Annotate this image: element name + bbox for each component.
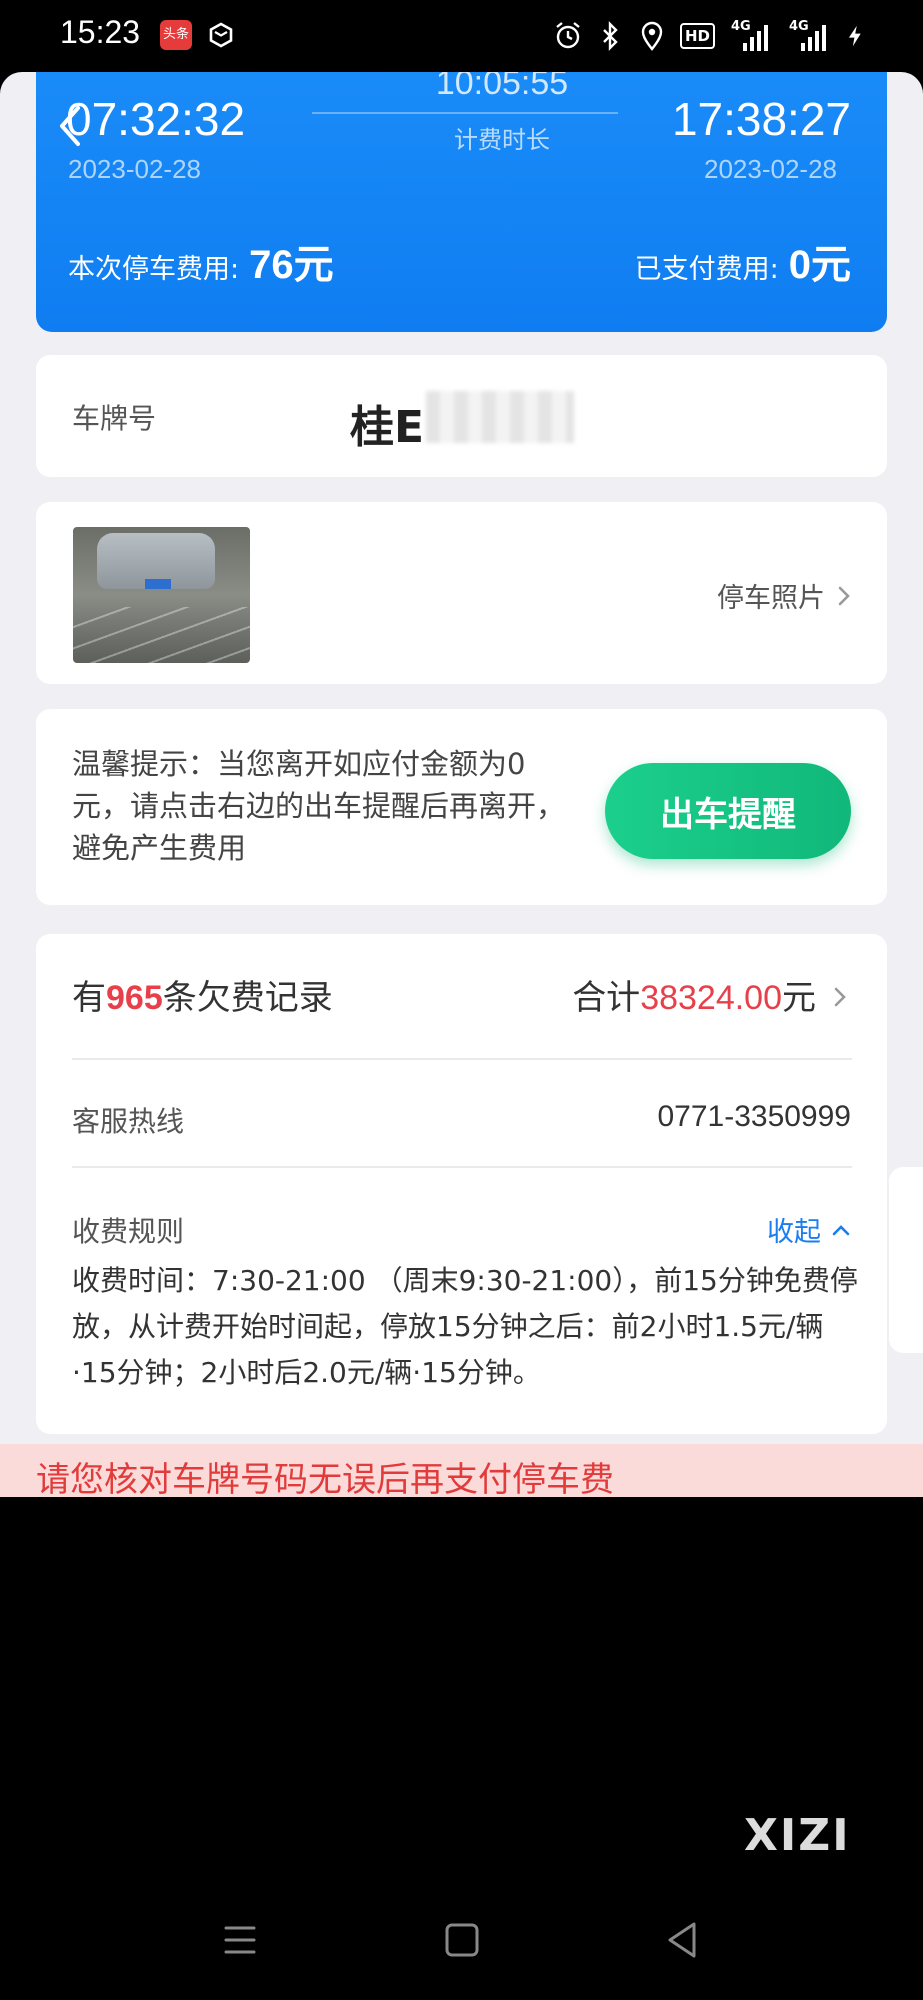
chevron-right-icon: [838, 586, 850, 605]
exit-reminder-button[interactable]: 出车提醒: [605, 763, 851, 859]
signal-4g-icon: 4G: [729, 19, 773, 51]
cube-icon: [209, 22, 233, 48]
chevron-right-icon: [834, 987, 846, 1007]
parking-photo-thumbnail[interactable]: [73, 527, 250, 663]
plate-card: 车牌号 桂E: [36, 355, 887, 477]
side-floating-tab[interactable]: [889, 1167, 923, 1353]
divider: [72, 1166, 852, 1168]
charging-icon: [848, 25, 861, 47]
parking-fee: 本次停车费用: 76元: [68, 232, 334, 290]
divider: [72, 1058, 852, 1060]
bluetooth-icon: [603, 21, 618, 51]
parking-photo-label: 停车照片: [717, 583, 825, 614]
plate-blur-mask: [426, 391, 574, 443]
paid-fee: 已支付费用: 0元: [635, 232, 851, 290]
toutiao-app-icon: 头条: [160, 20, 192, 50]
fee-rules-label: 收费规则: [72, 1215, 185, 1248]
start-time: 07:32:32: [66, 93, 246, 145]
location-icon: [641, 21, 663, 51]
arrears-records-row[interactable]: 有965条欠费记录 合计 38324.00 元: [72, 970, 852, 1019]
app-screen: 07:32:32 2023-02-28 10:05:55 计费时长 17:38:…: [0, 72, 923, 1497]
verify-plate-warning-text: 请您核对车牌号码无误后再支付停车费: [36, 1460, 614, 1497]
duration-divider: [312, 112, 618, 114]
paid-fee-value: 0元: [788, 243, 851, 287]
billing-duration: 10:05:55: [435, 72, 569, 102]
parking-fee-value: 76元: [249, 243, 334, 287]
alarm-icon: [556, 22, 580, 49]
parking-fee-label: 本次停车费用:: [68, 254, 240, 285]
hd-icon: HD: [679, 23, 715, 49]
reminder-tip-text: 温馨提示：当您离开如应付金额为0元，请点击右边的出车提醒后再离开，避免产生费用: [72, 747, 566, 865]
parking-summary-header: 07:32:32 2023-02-28 10:05:55 计费时长 17:38:…: [36, 72, 887, 332]
arrears-count: 965: [106, 979, 163, 1017]
fee-rules-text: 收费时间：7:30-21:00 （周末9:30-21:00），前15分钟免费停放…: [72, 1264, 858, 1389]
parking-photo-link[interactable]: 停车照片: [717, 576, 851, 615]
plate-label: 车牌号: [72, 402, 157, 435]
xizi-watermark: XIZI: [744, 1810, 851, 1861]
system-nav-bar: [0, 1880, 923, 2000]
end-date: 2023-02-28: [704, 154, 837, 184]
back-triangle-icon[interactable]: [652, 1910, 712, 1970]
arrears-total-amount: 38324.00: [640, 979, 782, 1017]
home-icon[interactable]: [432, 1910, 492, 1970]
signal-4g-icon: 4G: [787, 19, 831, 51]
hotline-label: 客服热线: [72, 1105, 185, 1138]
reminder-tip-card: 温馨提示：当您离开如应付金额为0元，请点击右边的出车提醒后再离开，避免产生费用 …: [36, 709, 887, 905]
verify-plate-warning: 请您核对车牌号码无误后再支付停车费: [0, 1444, 923, 1497]
paid-fee-label: 已支付费用:: [634, 254, 779, 285]
plate-number: 桂E: [350, 402, 425, 453]
status-time: 15:23: [60, 14, 141, 50]
collapse-rules-toggle[interactable]: 收起: [767, 1210, 851, 1249]
end-time: 17:38:27: [671, 93, 851, 145]
chevron-up-icon: [832, 1224, 850, 1235]
menu-icon[interactable]: [210, 1910, 270, 1970]
parking-photo-card[interactable]: 停车照片: [36, 502, 887, 684]
billing-duration-label: 计费时长: [454, 126, 550, 154]
status-bar: 15:23 头条 HD 4G 4G: [0, 0, 923, 72]
start-date: 2023-02-28: [68, 154, 201, 184]
hotline-number[interactable]: 0771-3350999: [657, 1100, 851, 1134]
fee-info-card: 有965条欠费记录 合计 38324.00 元 客服热线 0771-335099…: [36, 934, 887, 1434]
